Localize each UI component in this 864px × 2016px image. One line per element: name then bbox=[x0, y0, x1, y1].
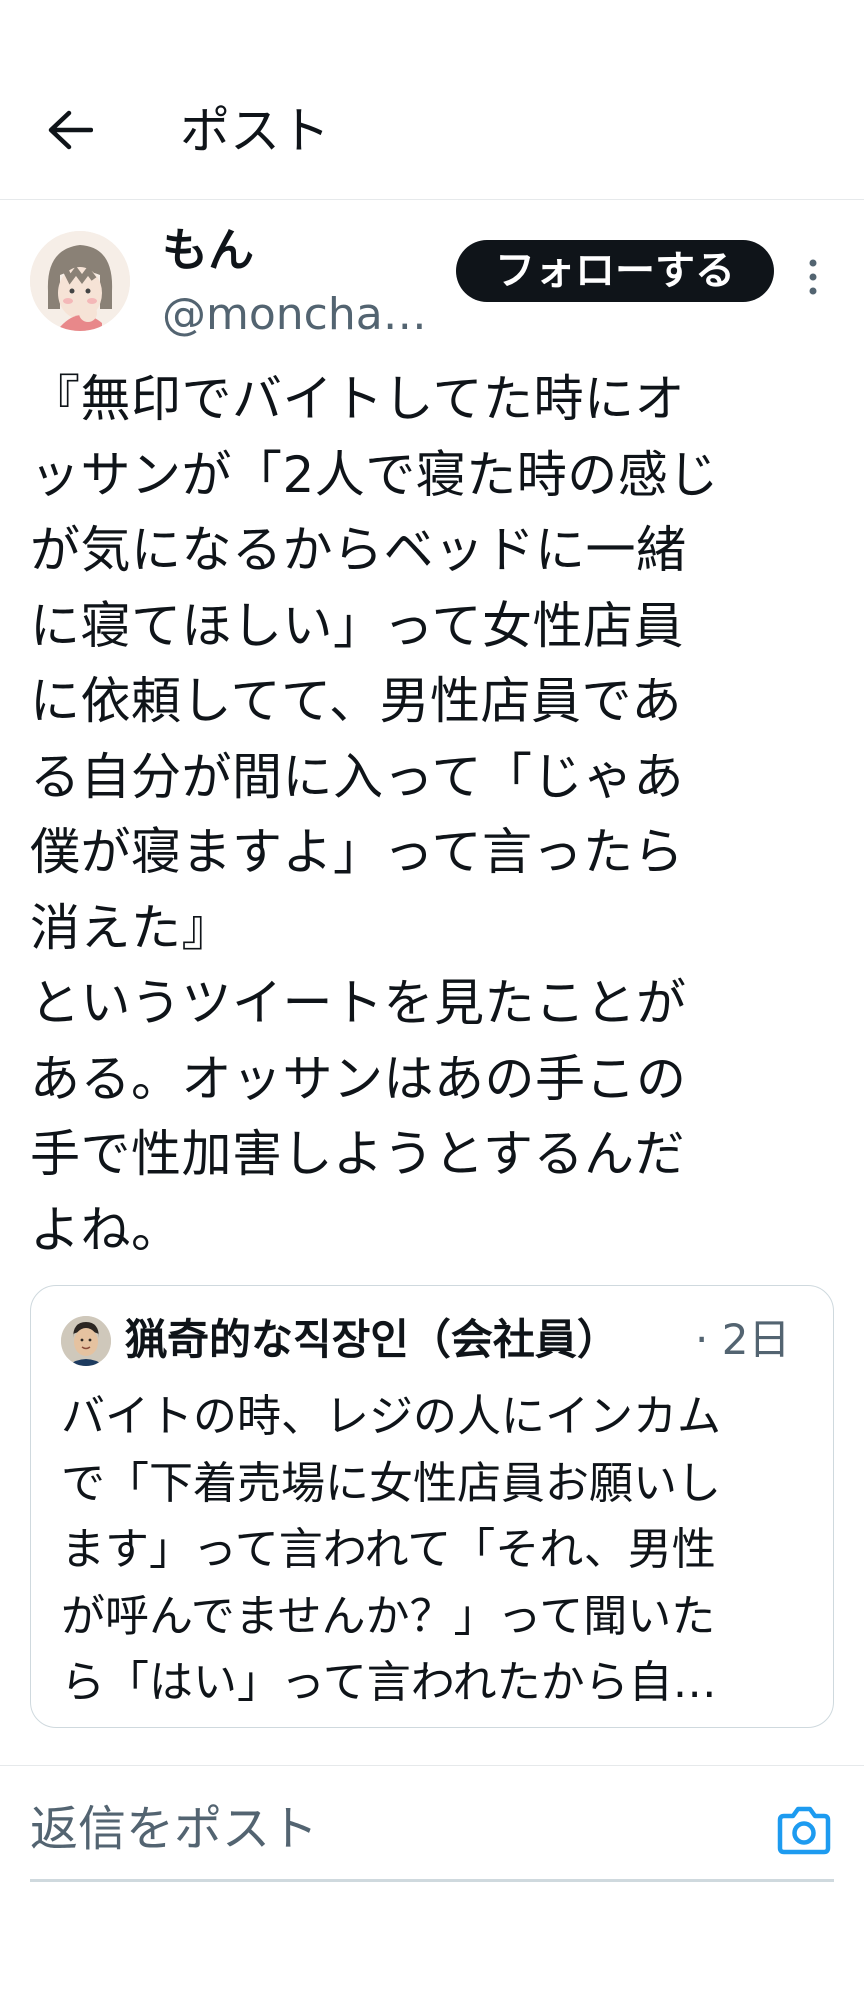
top-bar: ポスト bbox=[0, 0, 864, 200]
quoted-line: ます」って言われて「それ、男性 bbox=[61, 1524, 716, 1575]
tweet-line: に寝てほしい」って女性店員 bbox=[30, 596, 684, 655]
tweet-line: 手で性加害しようとするんだ bbox=[30, 1125, 685, 1183]
quoted-line: で「下着売場に女性店員お願いし bbox=[61, 1457, 721, 1509]
quoted-line: が呼んでませんか？」って聞いた bbox=[61, 1590, 716, 1642]
reply-input[interactable]: 返信をポスト bbox=[30, 1784, 550, 1874]
quoted-tweet-card[interactable]: 猟奇的な직장인（会社員） · 2日 バイトの時、レジの人にインカム で「下着売場… bbox=[30, 1285, 834, 1728]
arrow-left-icon bbox=[48, 110, 93, 150]
page-title: ポスト bbox=[180, 102, 330, 160]
tweet-text: 『無印でバイトしてた時にオ ッサンが「2人で寝た時の感じ が気になるからベッドに… bbox=[30, 362, 840, 1268]
tweet-line: に依頼してて、男性店員であ bbox=[30, 672, 682, 730]
tweet-line: ある。オッサンはあの手この bbox=[30, 1049, 687, 1108]
tweet-line: が気になるからベッドに一緒 bbox=[30, 521, 687, 579]
more-vertical-icon bbox=[809, 259, 817, 295]
quoted-avatar-photo bbox=[61, 1316, 111, 1366]
quoted-avatar bbox=[61, 1316, 111, 1366]
reply-composer: 返信をポスト bbox=[0, 1765, 864, 1895]
tweet-line: 僕が寝ますよ」って言ったら bbox=[30, 823, 684, 881]
quoted-line: バイトの時、レジの人にインカム bbox=[61, 1391, 721, 1442]
tweet-line: 消えた』 bbox=[30, 898, 232, 957]
quoted-display-name: 猟奇的な직장인（会社員） bbox=[125, 1315, 619, 1364]
input-underline bbox=[30, 1879, 834, 1882]
avatar-illustration bbox=[30, 231, 130, 331]
quoted-text: バイトの時、レジの人にインカム で「下着売場に女性店員お願いし ます」って言われ… bbox=[61, 1384, 821, 1717]
camera-icon bbox=[777, 1806, 831, 1855]
tweet-author: もん @moncha… フォローする bbox=[0, 215, 864, 345]
avatar[interactable] bbox=[30, 231, 130, 331]
follow-button[interactable]: フォローする bbox=[456, 240, 774, 302]
tweet-line: よね。 bbox=[30, 1200, 182, 1259]
quoted-timestamp: · 2日 bbox=[695, 1315, 791, 1364]
user-handle[interactable]: @moncha… bbox=[162, 285, 427, 345]
quoted-line: ら「はい」って言われたから自… bbox=[61, 1657, 717, 1708]
more-options-button[interactable] bbox=[798, 247, 828, 307]
back-button[interactable] bbox=[40, 100, 100, 160]
tweet-line: 『無印でバイトしてた時にオ bbox=[30, 370, 685, 428]
display-name[interactable]: もん bbox=[162, 219, 254, 281]
camera-button[interactable] bbox=[776, 1806, 832, 1856]
tweet-line: る自分が間に入って「じゃあ bbox=[30, 747, 684, 806]
tweet-line: というツイートを見たことが bbox=[30, 974, 687, 1032]
tweet-line: ッサンが「2人で寝た時の感じ bbox=[30, 445, 719, 504]
